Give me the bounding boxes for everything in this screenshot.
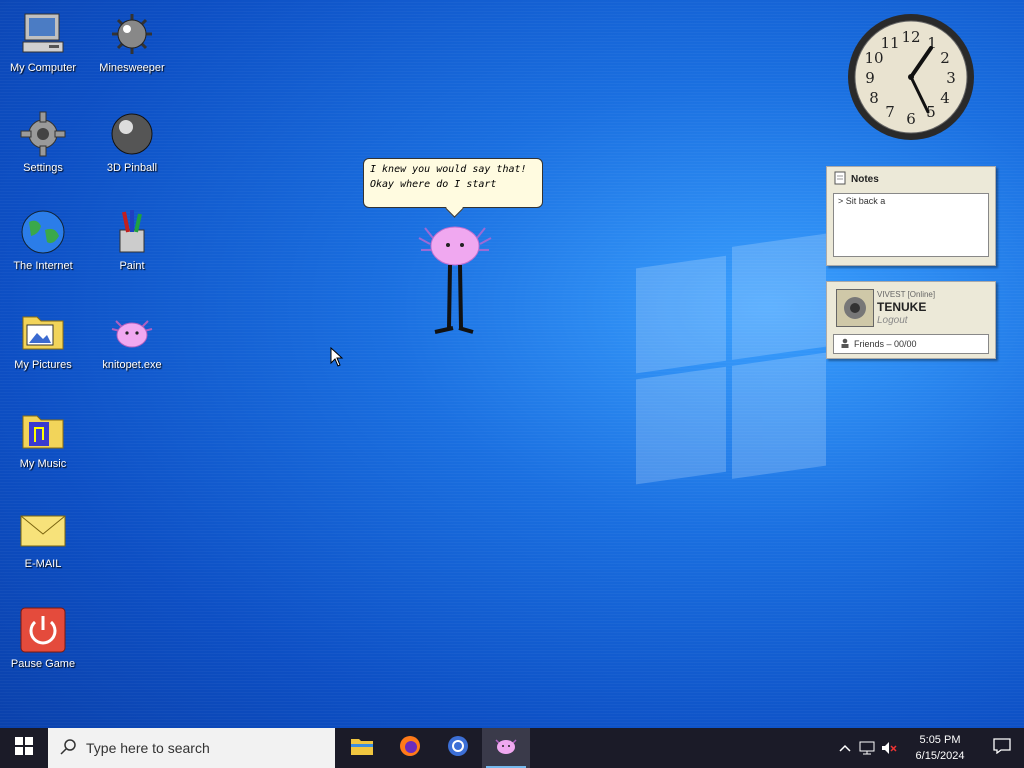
desktop-icon-my-computer[interactable]: My Computer	[3, 10, 83, 74]
desktop-icon-settings[interactable]: Settings	[3, 110, 83, 174]
gear-icon	[19, 110, 67, 158]
taskbar-chrome[interactable]	[434, 728, 482, 768]
search-icon	[60, 738, 76, 758]
logout-link[interactable]: Logout	[877, 315, 908, 326]
desktop-icon-label: Paint	[119, 260, 145, 272]
desktop-icon-label: The Internet	[13, 260, 73, 272]
taskbar-knitopet[interactable]	[482, 728, 530, 768]
friends-count: Friends – 00/00	[854, 339, 917, 349]
desktop-icon-email[interactable]: E-MAIL	[3, 506, 83, 570]
desktop-icon-label: Pause Game	[10, 658, 76, 670]
clock-numeral: 4	[940, 89, 950, 107]
clock-numeral: 8	[869, 89, 879, 107]
desktop-icon-label: 3D Pinball	[106, 162, 158, 174]
profile-widget: VIVEST [Online] TENUKE Logout Friends – …	[826, 281, 996, 359]
taskbar-time: 5:05 PM	[919, 734, 961, 746]
clock-numeral: 11	[880, 34, 899, 52]
notepad-icon	[833, 171, 847, 188]
notes-textarea[interactable]: > Sit back a	[833, 193, 989, 257]
taskbar-firefox[interactable]	[386, 728, 434, 768]
clock-numeral: 12	[901, 28, 920, 46]
axolotl-icon	[493, 736, 519, 761]
network-icon[interactable]	[856, 728, 878, 768]
envelope-icon	[19, 506, 67, 554]
windows-logo-icon	[15, 736, 33, 760]
analog-clock-widget[interactable]: 12 1 2 3 4 5 6 7 8 9 10 11	[846, 12, 976, 142]
speech-line: I knew you would say that!	[370, 164, 527, 175]
desktop-icon-my-music[interactable]: My Music	[3, 406, 83, 470]
firefox-icon	[398, 734, 422, 763]
desktop-icon-label: My Pictures	[14, 359, 72, 371]
pictures-folder-icon	[19, 307, 67, 355]
browser-icon	[446, 734, 470, 763]
mine-icon	[108, 10, 156, 58]
notes-widget[interactable]: Notes > Sit back a	[826, 166, 996, 266]
avatar	[836, 289, 874, 327]
desktop-icon-label: My Computer	[9, 62, 77, 74]
mouse-cursor-icon	[330, 346, 344, 372]
system-tray: 5:05 PM 6/15/2024	[834, 728, 1024, 768]
desktop-icon-knitopet[interactable]: knitopet.exe	[92, 307, 172, 371]
windows-wallpaper-logo	[636, 233, 826, 489]
taskbar-clock[interactable]: 5:05 PM 6/15/2024	[900, 732, 980, 764]
clock-numeral: 6	[906, 110, 916, 128]
desktop-icon-label: Settings	[23, 162, 63, 174]
notes-content: > Sit back a	[838, 196, 886, 206]
notification-icon	[993, 737, 1011, 759]
folder-icon	[350, 736, 374, 761]
volume-muted-icon[interactable]	[878, 728, 900, 768]
desktop-icon-label: Minesweeper	[99, 62, 165, 74]
desktop-icon-3d-pinball[interactable]: 3D Pinball	[92, 110, 172, 174]
desktop-icon-the-internet[interactable]: The Internet	[3, 208, 83, 272]
power-icon	[19, 606, 67, 654]
clock-numeral: 9	[865, 69, 875, 87]
chevron-up-icon[interactable]	[834, 728, 856, 768]
axolotl-icon	[108, 307, 156, 355]
pinball-icon	[108, 110, 156, 158]
taskbar: Type here to search 5:05 PM 6/15/2024	[0, 728, 1024, 768]
username: TENUKE	[877, 300, 927, 314]
notification-center-button[interactable]	[980, 728, 1024, 768]
desktop-icon-my-pictures[interactable]: My Pictures	[3, 307, 83, 371]
globe-icon	[19, 208, 67, 256]
start-button[interactable]	[0, 728, 48, 768]
desktop-icon-label: E-MAIL	[24, 558, 62, 570]
desktop-icon-minesweeper[interactable]: Minesweeper	[92, 10, 172, 74]
clock-numeral: 7	[885, 103, 895, 121]
taskbar-date: 6/15/2024	[915, 750, 965, 762]
person-icon	[840, 338, 850, 350]
desktop-pet-axolotl[interactable]	[415, 220, 495, 340]
speech-line: Okay where do I start	[370, 179, 497, 190]
music-folder-icon	[19, 406, 67, 454]
online-status: VIVEST [Online]	[877, 290, 936, 299]
clock-numeral: 2	[940, 49, 950, 67]
desktop-icon-label: My Music	[19, 458, 67, 470]
desktop-icon-paint[interactable]: Paint	[92, 208, 172, 272]
friends-list-button[interactable]: Friends – 00/00	[833, 334, 989, 354]
taskbar-search-box[interactable]: Type here to search	[48, 728, 335, 768]
notes-title: Notes	[851, 174, 879, 185]
desktop-icon-pause-game[interactable]: Pause Game	[3, 606, 83, 670]
desktop-icon-label: knitopet.exe	[102, 359, 162, 371]
taskbar-file-explorer[interactable]	[338, 728, 386, 768]
paint-icon	[108, 208, 156, 256]
computer-icon	[19, 10, 67, 58]
pet-speech-bubble: I knew you would say that! Okay where do…	[363, 158, 543, 208]
clock-numeral: 3	[946, 69, 956, 87]
search-placeholder: Type here to search	[86, 740, 210, 756]
